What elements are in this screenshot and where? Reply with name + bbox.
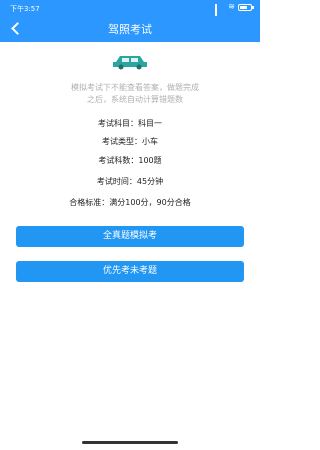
info-type: 考试类型：小车 — [0, 136, 260, 147]
info-subject: 考试科目：科目一 — [0, 118, 260, 129]
subject-label: 考试科目： — [98, 119, 138, 128]
count-value: 100题 — [138, 156, 162, 165]
time-label: 考试时间： — [96, 177, 137, 186]
standard-label: 合格标准： — [69, 198, 110, 207]
wifi-icon: ≋ — [228, 2, 235, 11]
status-icons: ≋ — [215, 2, 254, 16]
full-exam-button[interactable]: 全真题模拟考 — [16, 226, 244, 247]
status-time: 下午3:57 — [10, 5, 40, 13]
nav-bar: 驾照考试 — [0, 16, 260, 42]
unanswered-exam-button[interactable]: 优先考未考题 — [16, 261, 244, 282]
info-time: 考试时间：45分钟 — [0, 176, 260, 187]
type-label: 考试类型： — [102, 137, 142, 146]
subject-value: 科目一 — [138, 119, 162, 128]
car-icon — [113, 56, 147, 70]
time-value: 45分钟 — [136, 177, 164, 186]
count-label: 考试科数： — [98, 156, 139, 165]
standard-value: 满分100分，90分合格 — [109, 198, 191, 207]
battery-icon — [238, 3, 254, 11]
status-bar: 下午3:57 ≋ — [0, 0, 260, 16]
info-count: 考试科数：100题 — [0, 155, 260, 166]
home-indicator — [82, 441, 178, 444]
app-header: 下午3:57 ≋ 驾照考试 — [0, 0, 260, 42]
notice-line-1: 模拟考试下不能查看答案，做题完成 — [71, 83, 199, 92]
page-title: 驾照考试 — [108, 23, 152, 36]
notice-line-2: 之后，系统自动计算错题数 — [87, 95, 183, 104]
exam-notice: 模拟考试下不能查看答案，做题完成 之后，系统自动计算错题数 — [50, 82, 220, 106]
signal-icon — [215, 3, 225, 16]
type-value: 小车 — [142, 137, 158, 146]
info-standard: 合格标准：满分100分，90分合格 — [0, 197, 260, 208]
